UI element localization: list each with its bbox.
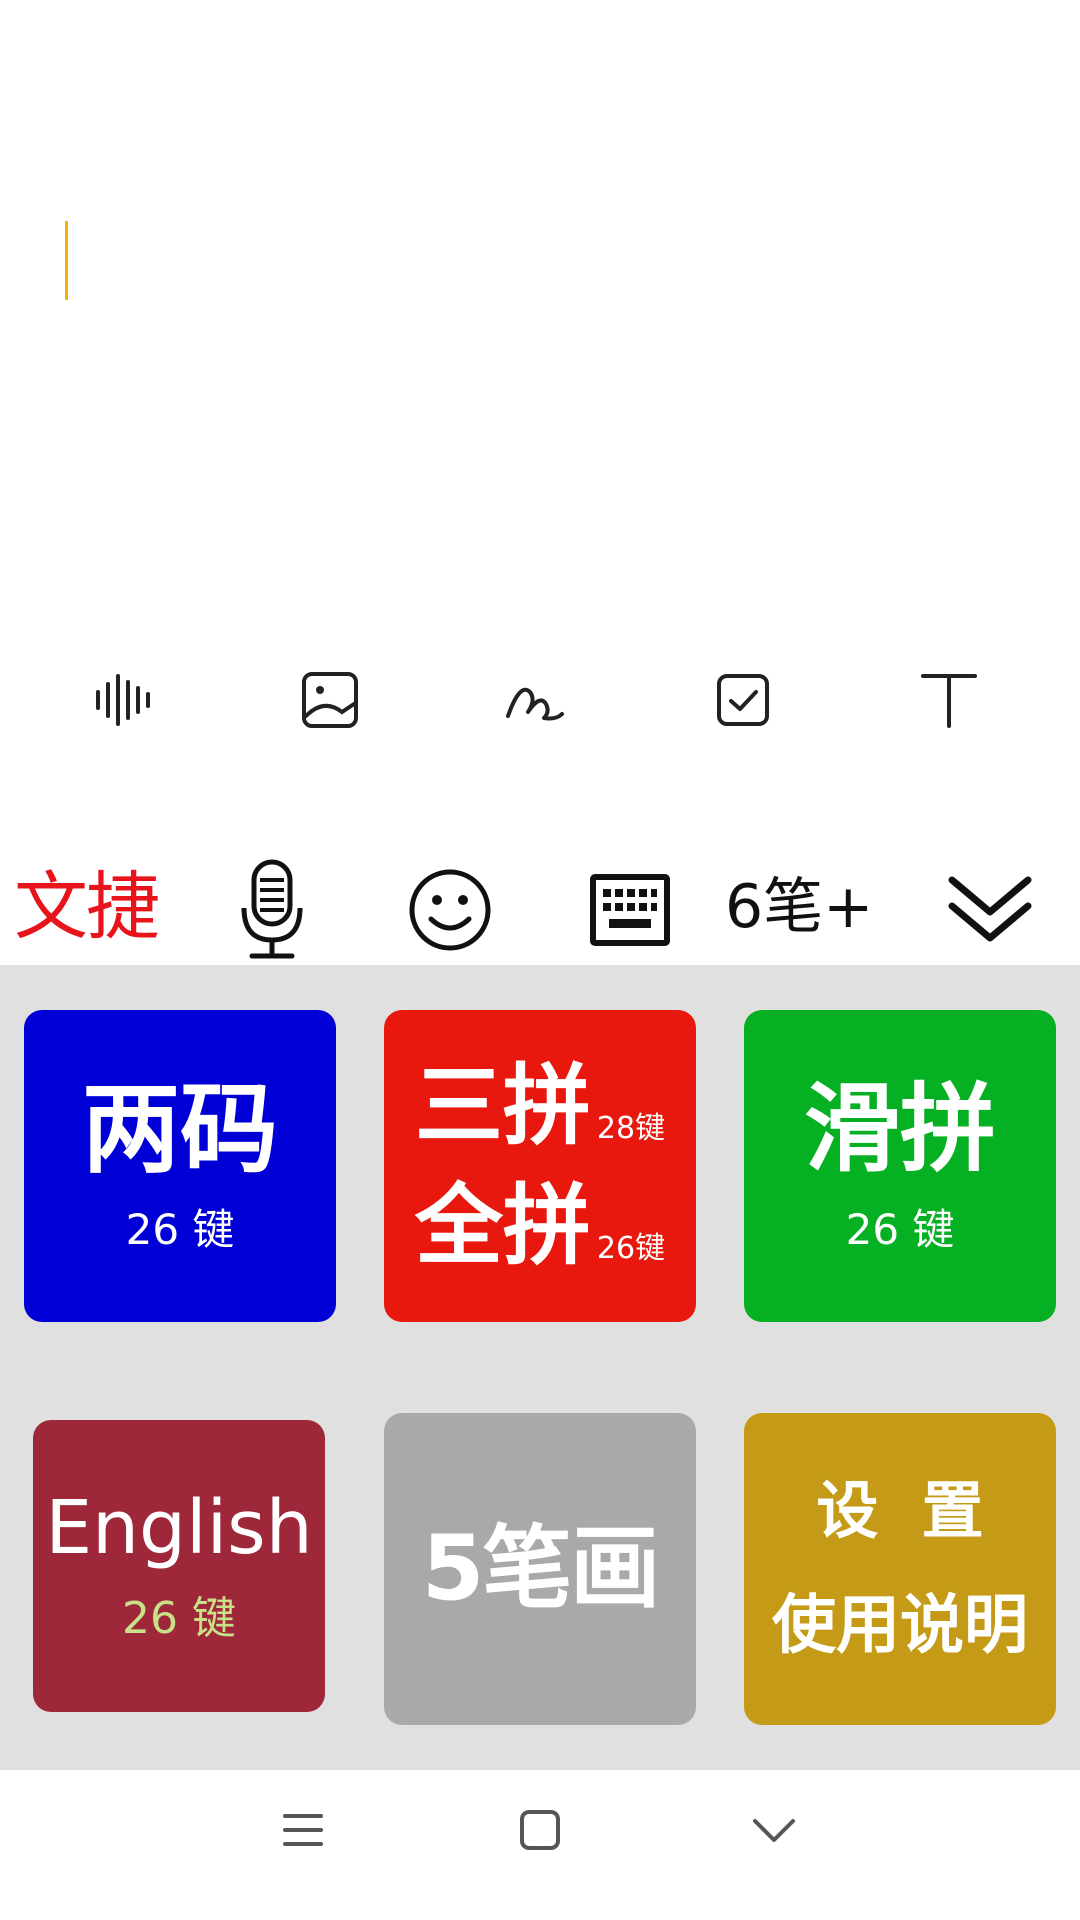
note-toolbar xyxy=(0,640,1080,760)
text-style-button[interactable] xyxy=(889,640,1009,760)
quanpin-title: 全拼 xyxy=(414,1174,591,1277)
handwriting-icon xyxy=(506,687,564,721)
sanpin-subtitle: 28键 xyxy=(596,1111,666,1146)
sanpin-row: 三拼 28键 xyxy=(415,1062,665,1150)
note-editor[interactable] xyxy=(0,0,1080,620)
keyboard-switch-button[interactable] xyxy=(585,860,675,960)
quanpin-row: 全拼 26键 xyxy=(415,1182,665,1270)
emoji-button[interactable] xyxy=(400,860,500,960)
sanpin-title: 三拼 xyxy=(414,1054,591,1157)
hide-keyboard-button[interactable] xyxy=(714,1770,834,1890)
voice-wave-icon xyxy=(96,674,150,726)
english-title: English xyxy=(45,1485,313,1571)
image-icon xyxy=(302,672,358,728)
quanpin-subtitle: 26键 xyxy=(596,1231,666,1266)
english-subtitle: 26 键 xyxy=(122,1593,236,1644)
ime-brand-logo[interactable]: 文捷 xyxy=(14,862,174,952)
voice-note-button[interactable] xyxy=(64,640,184,760)
settings-help-tile[interactable]: 设 置 使用说明 xyxy=(744,1413,1056,1725)
square-home-icon xyxy=(520,1810,560,1850)
liangma-26-key-layout[interactable]: 两码 26 键 xyxy=(24,1010,336,1322)
checkbox-icon xyxy=(717,674,769,726)
huapin-subtitle: 26 键 xyxy=(845,1205,955,1254)
user-guide-button[interactable]: 使用说明 xyxy=(772,1594,1028,1658)
five-stroke-layout[interactable]: 5笔画 xyxy=(384,1413,696,1725)
english-26-key-layout[interactable]: English 26 键 xyxy=(33,1420,325,1712)
settings-button[interactable]: 设 置 xyxy=(816,1480,983,1542)
text-cursor xyxy=(65,221,68,300)
checklist-button[interactable] xyxy=(683,640,803,760)
handwriting-button[interactable] xyxy=(476,640,596,760)
collapse-keyboard-button[interactable] xyxy=(945,865,1035,955)
keyboard-icon xyxy=(590,874,670,946)
huapin-title: 滑拼 xyxy=(804,1073,996,1185)
recent-apps-button[interactable] xyxy=(243,1770,363,1890)
chevron-down-icon xyxy=(753,1819,795,1842)
text-style-icon xyxy=(921,674,977,728)
keyboard-panel: 两码 26 键 三拼 28键 全拼 26键 滑拼 26 键 English 26… xyxy=(0,965,1080,1770)
home-button[interactable] xyxy=(480,1770,600,1890)
smiley-icon xyxy=(409,869,491,951)
liangma-title: 两码 xyxy=(81,1073,278,1187)
sanpin-quanpin-layout[interactable]: 三拼 28键 全拼 26键 xyxy=(384,1010,696,1322)
double-chevron-down-icon xyxy=(948,876,1032,942)
menu-lines-icon xyxy=(283,1814,323,1846)
huapin-26-key-layout[interactable]: 滑拼 26 键 xyxy=(744,1010,1056,1322)
voice-input-button[interactable] xyxy=(222,855,322,965)
five-stroke-title: 5笔画 xyxy=(421,1516,661,1621)
liangma-subtitle: 26 键 xyxy=(125,1205,235,1254)
microphone-icon xyxy=(241,859,303,959)
stroke-plus-button[interactable]: 6笔+ xyxy=(725,862,895,952)
insert-image-button[interactable] xyxy=(270,640,390,760)
system-nav-bar xyxy=(0,1770,1080,1920)
